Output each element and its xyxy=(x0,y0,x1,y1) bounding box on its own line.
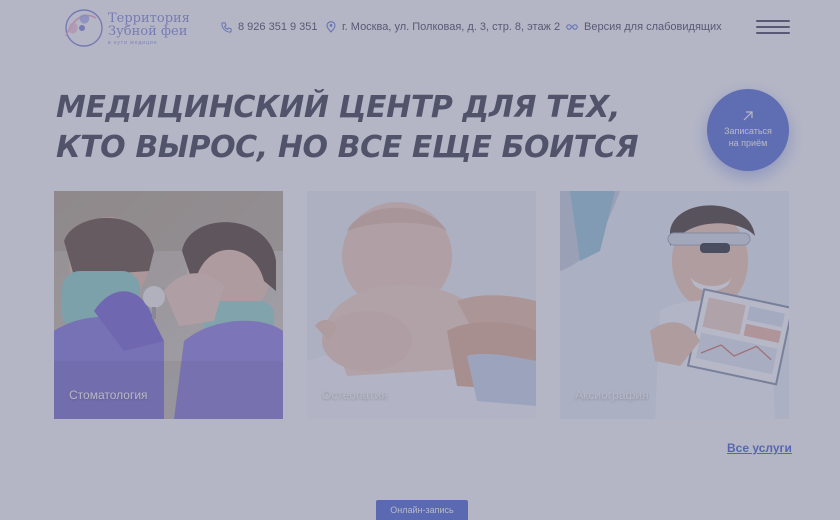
header-address[interactable]: г. Москва, ул. Полковая, д. 3, стр. 8, э… xyxy=(326,19,560,35)
page-title: МЕДИЦИНСКИЙ ЦЕНТР ДЛЯ ТЕХ, КТО ВЫРОС, НО… xyxy=(56,88,676,168)
address-text: г. Москва, ул. Полковая, д. 3, стр. 8, э… xyxy=(342,21,561,33)
location-pin-icon xyxy=(326,21,336,33)
service-card-label: Остеопатия xyxy=(322,388,388,402)
page-title-line2: КТО ВЫРОС, НО ВСЕ ЕЩЕ БОИТСЯ xyxy=(56,130,639,165)
logo[interactable]: Территория Зубной феи в кути медицин xyxy=(56,6,190,50)
service-card-osteopathy[interactable]: Остеопатия xyxy=(307,191,536,419)
page: Территория Зубной феи в кути медицин 8 9… xyxy=(0,0,840,520)
page-title-line1: МЕДИЦИНСКИЙ ЦЕНТР ДЛЯ ТЕХ, xyxy=(56,90,621,125)
logo-title-line2: Зубной феи xyxy=(108,24,188,39)
dentistry-photo xyxy=(54,191,283,419)
accessibility-version-link[interactable]: Версия для слабовидящих xyxy=(566,19,722,35)
service-card-label: Аксиография xyxy=(575,388,649,402)
online-booking-button[interactable]: Онлайн-запись xyxy=(376,500,468,520)
book-appointment-label-line2: на приём xyxy=(728,138,768,148)
header-phone[interactable]: 8 926 351 9 351 xyxy=(221,19,318,35)
all-services-link[interactable]: Все услуги xyxy=(727,441,792,455)
service-card-axiography[interactable]: Аксиография xyxy=(560,191,789,419)
site-header: Территория Зубной феи в кути медицин 8 9… xyxy=(0,0,840,56)
osteopathy-photo xyxy=(307,191,536,419)
glasses-icon xyxy=(566,24,578,30)
book-appointment-label-line1: Записаться xyxy=(724,126,772,136)
menu-icon[interactable] xyxy=(756,19,790,35)
axiography-photo xyxy=(560,191,789,419)
accessibility-version-label: Версия для слабовидящих xyxy=(584,21,722,33)
phone-number: 8 926 351 9 351 xyxy=(238,21,318,33)
logo-subtitle: в кути медицин xyxy=(108,40,158,46)
phone-icon xyxy=(221,21,232,33)
service-card-label: Стоматология xyxy=(69,388,148,402)
fairy-logo-icon xyxy=(65,9,103,47)
arrow-up-right-icon xyxy=(743,111,753,121)
service-card-dentistry[interactable]: Стоматология xyxy=(54,191,283,419)
book-appointment-button[interactable]: Записаться на приём xyxy=(707,89,789,171)
